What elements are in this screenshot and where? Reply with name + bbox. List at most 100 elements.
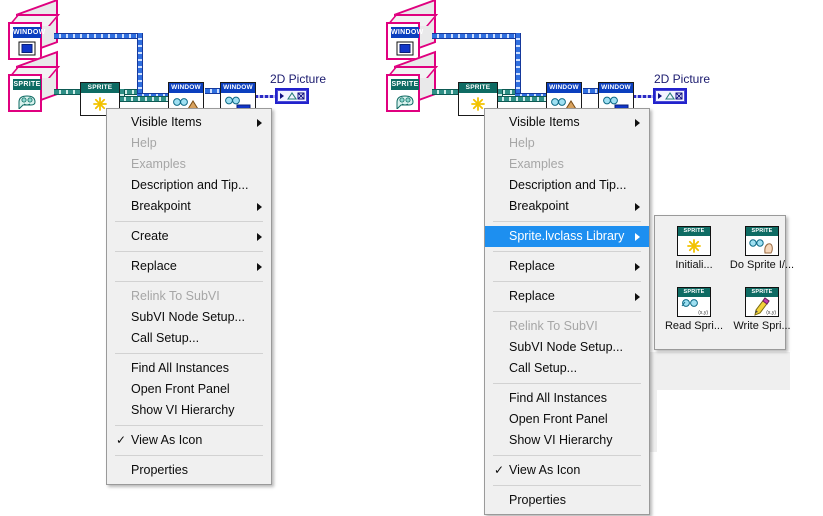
menu-item-label: Call Setup... xyxy=(509,361,578,375)
menu-item-visible-items[interactable]: Visible Items xyxy=(485,112,649,133)
menu-separator xyxy=(493,455,641,456)
menu-item-description-and-tip[interactable]: Description and Tip... xyxy=(485,175,649,196)
left-sprite-refnum-constant[interactable]: SPRITE xyxy=(8,50,61,114)
menu-item-examples: Examples xyxy=(485,154,649,175)
window-screen-icon xyxy=(13,39,41,58)
wire-sprite-to-init xyxy=(432,89,460,95)
vi-band-label: WINDOW xyxy=(547,83,581,93)
sprite-lvclass-palette-submenu[interactable]: SPRITE Initiali... SPRITE Do Sprite I/... SP… xyxy=(654,215,794,350)
palette-vi-icon: SPRITE xyxy=(745,226,779,256)
menu-item-subvi-node-setup[interactable]: SubVI Node Setup... xyxy=(107,307,271,328)
menu-separator xyxy=(493,311,641,312)
menu-item-label: View As Icon xyxy=(131,433,203,447)
menu-item-relink-to-subvi: Relink To SubVI xyxy=(485,316,649,337)
wire-picture-to-indicator xyxy=(633,95,653,98)
palette-band-label: SPRITE xyxy=(678,227,710,236)
menu-item-subvi-node-setup[interactable]: SubVI Node Setup... xyxy=(485,337,649,358)
menu-item-label: Breakpoint xyxy=(509,199,569,213)
menu-item-label: Examples xyxy=(131,157,186,171)
menu-item-label: Show VI Hierarchy xyxy=(131,403,235,417)
menu-item-show-vi-hierarchy[interactable]: Show VI Hierarchy xyxy=(107,400,271,421)
menu-item-label: Show VI Hierarchy xyxy=(509,433,613,447)
right-sprite-refnum-constant[interactable]: SPRITE xyxy=(386,50,439,114)
menu-item-find-all-instances[interactable]: Find All Instances xyxy=(485,388,649,409)
wire-sprite-into-node xyxy=(119,96,175,102)
palette-vi-icon: SPRITE (x,y) xyxy=(677,286,711,317)
menu-item-label: Replace xyxy=(509,259,555,273)
wire-window-vertical xyxy=(137,33,143,95)
menu-item-label: Breakpoint xyxy=(131,199,191,213)
menu-item-replace[interactable]: Replace xyxy=(485,256,649,277)
menu-item-call-setup[interactable]: Call Setup... xyxy=(485,358,649,379)
menu-item-label: Visible Items xyxy=(131,115,202,129)
checkmark-icon: ✓ xyxy=(116,433,127,447)
menu-item-relink-to-subvi: Relink To SubVI xyxy=(107,286,271,307)
palette-item[interactable]: SPRITE Initiali... xyxy=(663,226,725,281)
terminal-inner xyxy=(277,90,307,102)
menu-item-label: Find All Instances xyxy=(131,361,229,375)
menu-item-label: Sprite.lvclass Library xyxy=(509,229,625,243)
wire-picture-to-indicator xyxy=(255,95,275,98)
menu-item-show-vi-hierarchy[interactable]: Show VI Hierarchy xyxy=(485,430,649,451)
menu-item-view-as-icon[interactable]: ✓ View As Icon xyxy=(485,460,649,481)
menu-item-call-setup[interactable]: Call Setup... xyxy=(107,328,271,349)
left-2d-picture-indicator[interactable] xyxy=(275,88,309,104)
menu-item-replace[interactable]: Replace xyxy=(485,286,649,307)
menu-item-create[interactable]: Create xyxy=(107,226,271,247)
menu-item-open-front-panel[interactable]: Open Front Panel xyxy=(485,409,649,430)
wire-window-vertical xyxy=(515,33,521,95)
menu-item-open-front-panel[interactable]: Open Front Panel xyxy=(107,379,271,400)
sprite-ghost-icon xyxy=(391,91,419,110)
menu-item-label: Find All Instances xyxy=(509,391,607,405)
constant-front-face: WINDOW xyxy=(8,22,45,60)
palette-item-caption: Initiali... xyxy=(675,259,713,271)
menu-item-label: SubVI Node Setup... xyxy=(131,310,245,324)
menu-separator xyxy=(115,281,263,282)
menu-item-properties[interactable]: Properties xyxy=(107,460,271,481)
chevron-right-icon xyxy=(635,232,640,241)
menu-item-breakpoint[interactable]: Breakpoint xyxy=(107,196,271,217)
wire-window-to-draw xyxy=(54,33,139,39)
menu-item-label: Call Setup... xyxy=(131,331,200,345)
right-indicator-label: 2D Picture xyxy=(654,72,711,86)
sprite-hand-icon xyxy=(746,236,778,255)
menu-item-label: Relink To SubVI xyxy=(509,319,598,333)
menu-separator xyxy=(493,251,641,252)
menu-item-visible-items[interactable]: Visible Items xyxy=(107,112,271,133)
menu-item-label: Relink To SubVI xyxy=(131,289,220,303)
context-menu-right[interactable]: Visible Items Help Examples Description and… xyxy=(484,108,650,515)
context-menu-left[interactable]: Visible Items Help Examples Description and… xyxy=(106,108,272,485)
right-2d-picture-indicator[interactable] xyxy=(653,88,687,104)
vi-band-label: SPRITE xyxy=(459,83,497,93)
palette-item[interactable]: SPRITE Do Sprite I/... xyxy=(730,226,794,281)
menu-item-sprite-lvclass-library[interactable]: Sprite.lvclass Library xyxy=(485,226,649,247)
left-indicator-label: 2D Picture xyxy=(270,72,327,86)
vi-band-label: WINDOW xyxy=(599,83,633,93)
palette-item[interactable]: SPRITE (x,y) Read Spri... xyxy=(663,286,725,342)
menu-item-properties[interactable]: Properties xyxy=(485,490,649,511)
block-diagram-canvas: WINDOW SPRITE SPRITE WINDOW WINDOW 2D Pi… xyxy=(0,0,823,516)
constant-band-label: WINDOW xyxy=(391,27,424,38)
chevron-right-icon xyxy=(635,262,640,271)
menu-item-label: Help xyxy=(131,136,157,150)
window-screen-icon xyxy=(391,39,419,58)
constant-front-face: WINDOW xyxy=(386,22,424,60)
wire-sprite-into-node xyxy=(497,96,553,102)
menu-item-find-all-instances[interactable]: Find All Instances xyxy=(107,358,271,379)
chevron-right-icon xyxy=(257,118,262,127)
menu-item-breakpoint[interactable]: Breakpoint xyxy=(485,196,649,217)
palette-band-label: SPRITE xyxy=(746,227,778,236)
checkmark-icon: ✓ xyxy=(494,463,505,477)
menu-item-description-and-tip[interactable]: Description and Tip... xyxy=(107,175,271,196)
menu-item-label: Replace xyxy=(509,289,555,303)
menu-item-replace[interactable]: Replace xyxy=(107,256,271,277)
terminal-inner xyxy=(655,90,685,102)
palette-item[interactable]: SPRITE (x,y) Write Spri... xyxy=(731,286,793,342)
menu-item-label: Create xyxy=(131,229,169,243)
chevron-right-icon xyxy=(635,292,640,301)
palette-vi-icon: SPRITE (x,y) xyxy=(745,286,779,317)
menu-item-help: Help xyxy=(485,133,649,154)
menu-item-view-as-icon[interactable]: ✓ View As Icon xyxy=(107,430,271,451)
menu-item-label: Replace xyxy=(131,259,177,273)
chevron-right-icon xyxy=(257,202,262,211)
